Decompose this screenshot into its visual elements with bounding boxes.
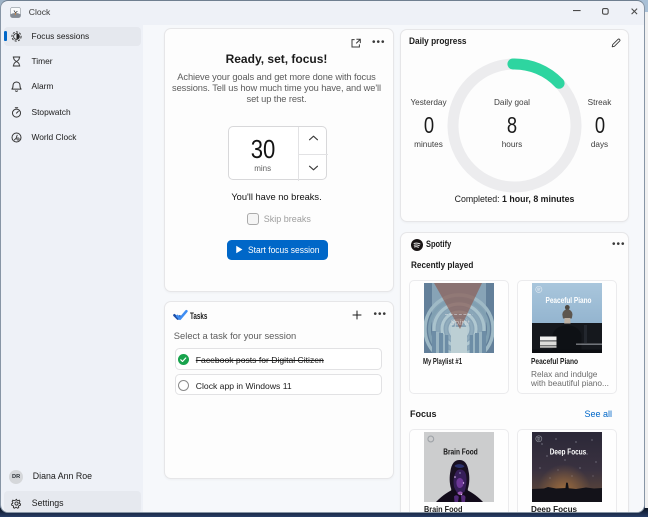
svg-text:Spirit: Spirit bbox=[451, 317, 471, 327]
svg-text:Peaceful Piano: Peaceful Piano bbox=[546, 296, 592, 305]
svg-text:Deep Focus: Deep Focus bbox=[550, 448, 587, 457]
svg-text:Brain Food: Brain Food bbox=[443, 448, 478, 457]
